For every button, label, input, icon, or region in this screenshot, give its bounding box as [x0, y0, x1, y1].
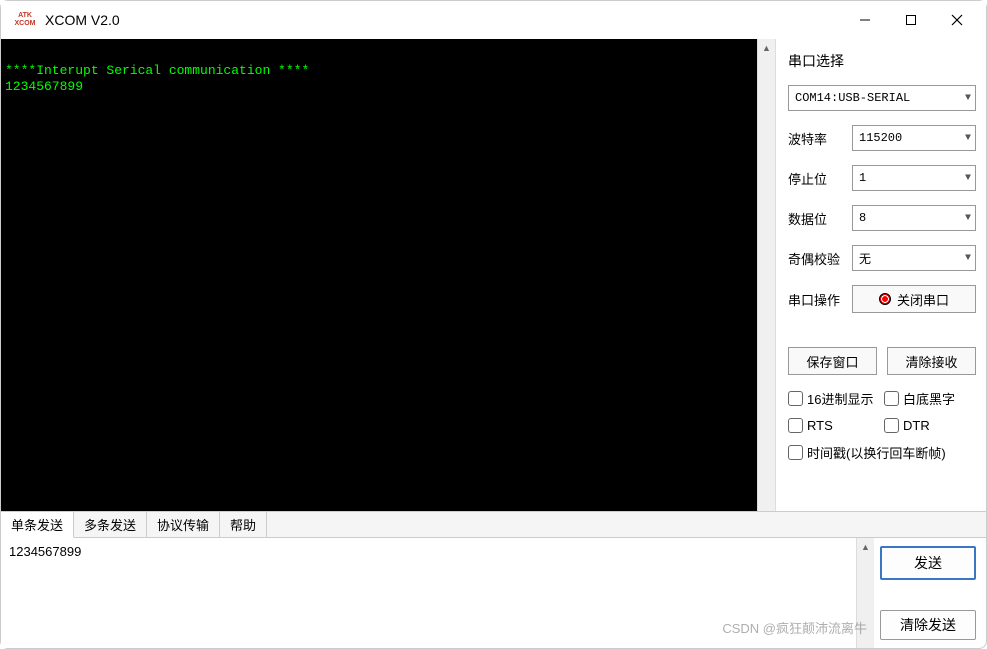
white-bg-label: 白底黑字: [903, 389, 955, 408]
close-button[interactable]: [934, 4, 980, 36]
baud-value: 115200: [859, 131, 902, 145]
tab-single-send[interactable]: 单条发送: [1, 512, 74, 538]
terminal-line: ****Interupt Serical communication ****: [5, 63, 309, 78]
dtr-label: DTR: [903, 418, 930, 433]
clear-send-button[interactable]: 清除发送: [880, 610, 976, 640]
close-icon: [951, 14, 963, 26]
databits-label: 数据位: [788, 209, 844, 228]
send-tabs: 单条发送 多条发送 协议传输 帮助: [1, 512, 986, 538]
tab-multi-send[interactable]: 多条发送: [74, 512, 147, 537]
save-window-button[interactable]: 保存窗口: [788, 347, 877, 375]
app-icon: ATK XCOM: [13, 10, 37, 30]
timestamp-label: 时间戳(以换行回车断帧): [807, 443, 946, 462]
baud-combo[interactable]: 115200 ▼: [852, 125, 976, 151]
terminal-output[interactable]: ****Interupt Serical communication **** …: [1, 39, 757, 511]
clear-receive-button[interactable]: 清除接收: [887, 347, 976, 375]
send-button[interactable]: 发送: [880, 546, 976, 580]
timestamp-checkbox[interactable]: [788, 445, 803, 460]
stopbits-combo[interactable]: 1 ▼: [852, 165, 976, 191]
send-scrollbar[interactable]: ▲: [856, 538, 874, 648]
stopbits-label: 停止位: [788, 169, 844, 188]
minimize-icon: [859, 14, 871, 26]
record-icon: [879, 293, 891, 305]
port-op-button[interactable]: 关闭串口: [852, 285, 976, 313]
baud-label: 波特率: [788, 129, 844, 148]
tab-protocol[interactable]: 协议传输: [147, 512, 220, 537]
titlebar: ATK XCOM XCOM V2.0: [1, 1, 986, 39]
minimize-button[interactable]: [842, 4, 888, 36]
terminal-scrollbar[interactable]: ▲: [757, 39, 775, 511]
chevron-down-icon: ▼: [965, 173, 971, 184]
terminal-line: 1234567899: [5, 79, 83, 94]
white-bg-checkbox[interactable]: [884, 391, 899, 406]
rts-label: RTS: [807, 418, 833, 433]
port-op-text: 关闭串口: [897, 290, 949, 309]
chevron-down-icon: ▼: [965, 93, 971, 104]
send-input[interactable]: 1234567899: [1, 538, 856, 648]
dtr-checkbox[interactable]: [884, 418, 899, 433]
scroll-up-icon[interactable]: ▲: [857, 538, 874, 556]
databits-value: 8: [859, 211, 866, 225]
settings-panel: 串口选择 COM14:USB-SERIAL ▼ 波特率 115200 ▼ 停止位…: [776, 39, 986, 511]
databits-combo[interactable]: 8 ▼: [852, 205, 976, 231]
parity-combo[interactable]: 无 ▼: [852, 245, 976, 271]
port-select-label: 串口选择: [788, 51, 976, 71]
rts-checkbox[interactable]: [788, 418, 803, 433]
app-icon-bottom: XCOM: [15, 20, 36, 28]
parity-value: 无: [859, 250, 871, 267]
app-icon-top: ATK: [18, 12, 32, 20]
port-select-combo[interactable]: COM14:USB-SERIAL ▼: [788, 85, 976, 111]
port-value: COM14:USB-SERIAL: [795, 91, 910, 105]
scroll-up-icon[interactable]: ▲: [758, 39, 775, 57]
maximize-icon: [905, 14, 917, 26]
parity-label: 奇偶校验: [788, 249, 844, 268]
window-title: XCOM V2.0: [45, 12, 842, 28]
chevron-down-icon: ▼: [965, 213, 971, 224]
hex-display-checkbox[interactable]: [788, 391, 803, 406]
maximize-button[interactable]: [888, 4, 934, 36]
tab-help[interactable]: 帮助: [220, 512, 267, 537]
hex-display-label: 16进制显示: [807, 389, 873, 408]
chevron-down-icon: ▼: [965, 133, 971, 144]
chevron-down-icon: ▼: [965, 253, 971, 264]
stopbits-value: 1: [859, 171, 866, 185]
port-op-label: 串口操作: [788, 290, 844, 309]
